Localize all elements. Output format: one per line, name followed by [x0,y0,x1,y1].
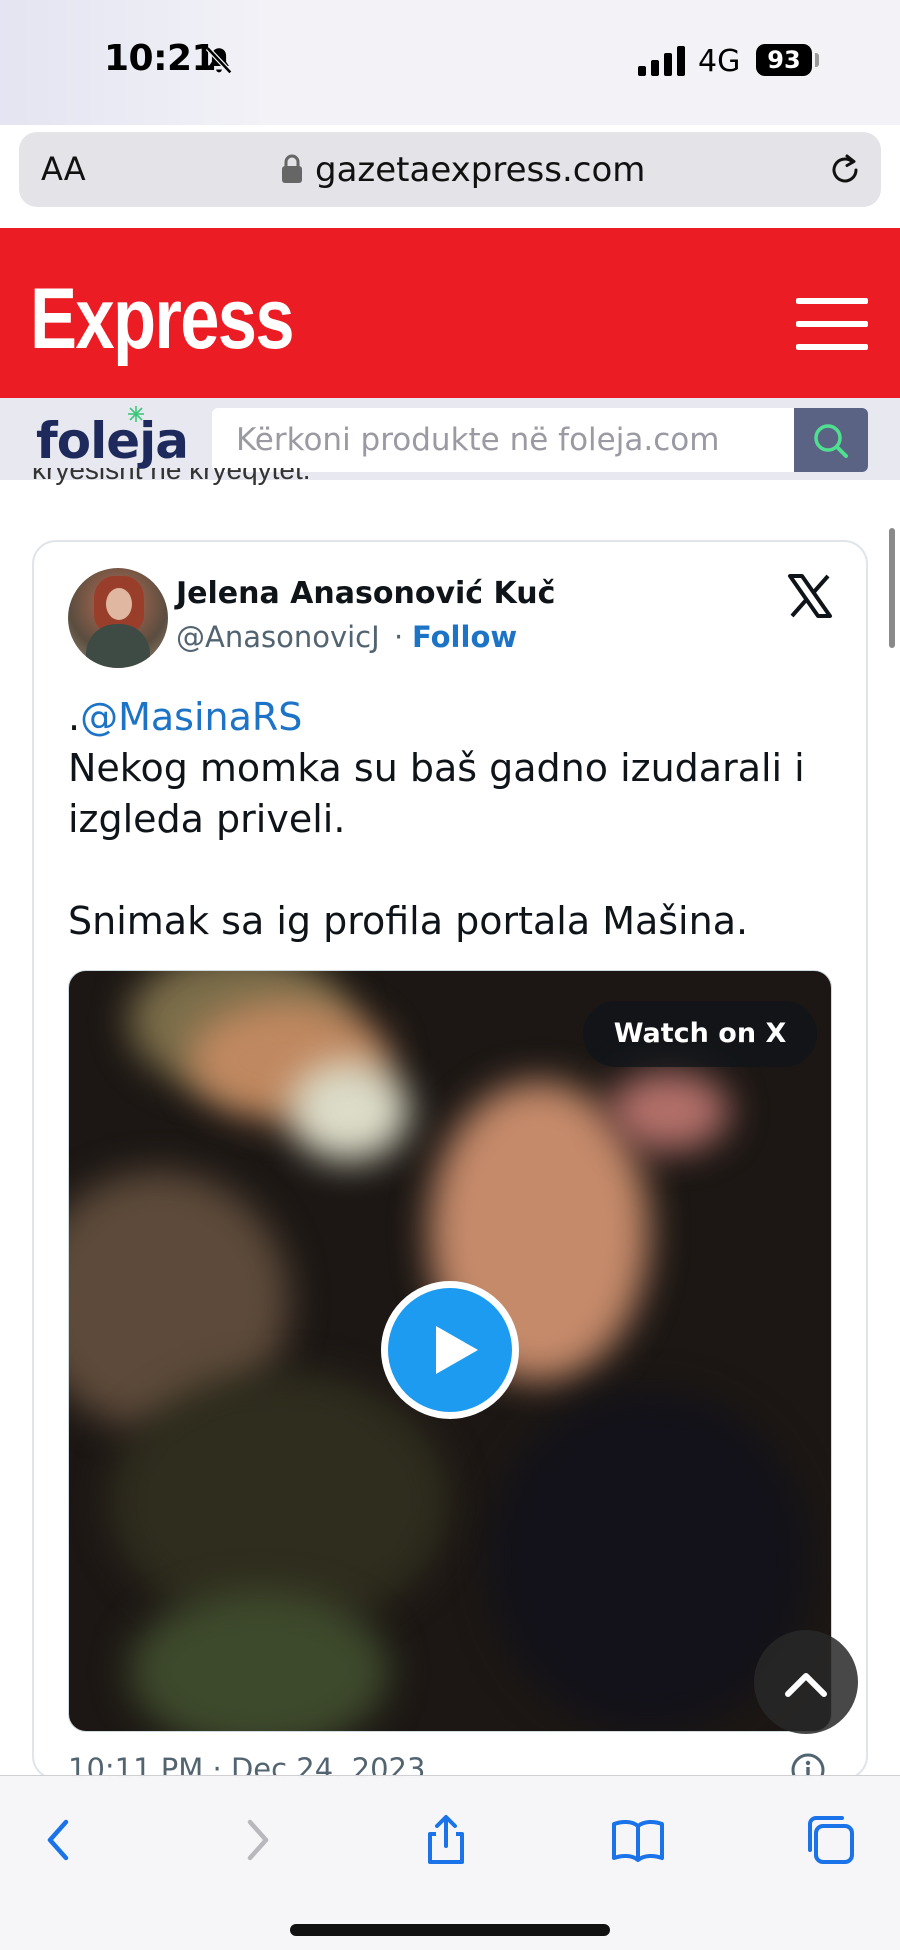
bell-slash-icon [205,46,233,75]
chevron-up-icon [785,1673,827,1697]
tweet-line: izgleda priveli. [68,797,346,841]
sparkle-icon [128,406,144,422]
site-logo[interactable]: Express [30,270,295,369]
search-icon [814,424,848,458]
separator: · [394,620,404,654]
foleja-search-button[interactable] [794,408,868,472]
tabs-icon[interactable] [802,1812,858,1868]
follow-button[interactable]: Follow [412,620,517,654]
book-icon[interactable] [610,1812,666,1868]
share-icon[interactable] [418,1812,474,1868]
lock-icon [282,154,302,183]
mention-prefix: . [68,695,81,739]
chevron-right-icon[interactable] [228,1812,284,1868]
x-logo-icon[interactable] [786,572,834,620]
text-size-button[interactable]: AA [41,150,86,188]
author-handle[interactable]: @AnasonovicJ [176,620,380,654]
tweet-line: Nekog momka su baš gadno izudarali i [68,746,805,790]
scrollbar[interactable] [889,528,895,648]
battery-indicator: 93 [756,44,812,76]
author-name[interactable]: Jelena Anasonović Kuč [176,576,555,611]
avatar[interactable] [68,568,168,668]
foleja-search-placeholder: Kërkoni produkte në foleja.com [236,422,720,458]
article-text-fragment: kryesisht në kryeqytet. [32,468,311,485]
foleja-search-input[interactable]: Kërkoni produkte në foleja.com [212,408,794,472]
site-header: Express [0,228,900,398]
watch-on-x-button[interactable]: Watch on X [583,1001,817,1067]
embedded-tweet[interactable]: Jelena Anasonović Kuč @AnasonovicJ · Fol… [32,540,868,1780]
text-size-label: AA [41,150,86,188]
play-icon [436,1326,478,1374]
chevron-left-icon[interactable] [32,1812,88,1868]
foleja-logo[interactable]: foleja [36,412,189,470]
network-type: 4G [698,44,741,79]
tweet-text: .@MasinaRS Nekog momka su baš gadno izud… [68,692,848,947]
url-text[interactable]: gazetaexpress.com [315,150,645,190]
reload-icon[interactable] [825,150,865,190]
address-bar[interactable]: AA gazetaexpress.com [19,132,881,207]
video-player[interactable]: Watch on X [68,970,832,1732]
scroll-to-top-button[interactable] [754,1630,858,1734]
home-indicator [290,1924,610,1936]
hamburger-menu-icon[interactable] [796,298,868,350]
status-bar: 10:21 4G 93 [0,0,900,125]
cellular-signal-icon [638,46,685,76]
battery-tip [815,53,819,67]
mention-link[interactable]: @MasinaRS [80,695,302,739]
status-time: 10:21 [104,38,217,79]
play-button[interactable] [381,1281,519,1419]
tweet-line: Snimak sa ig profila portala Mašina. [68,899,749,943]
browser-toolbar [0,1775,900,1950]
